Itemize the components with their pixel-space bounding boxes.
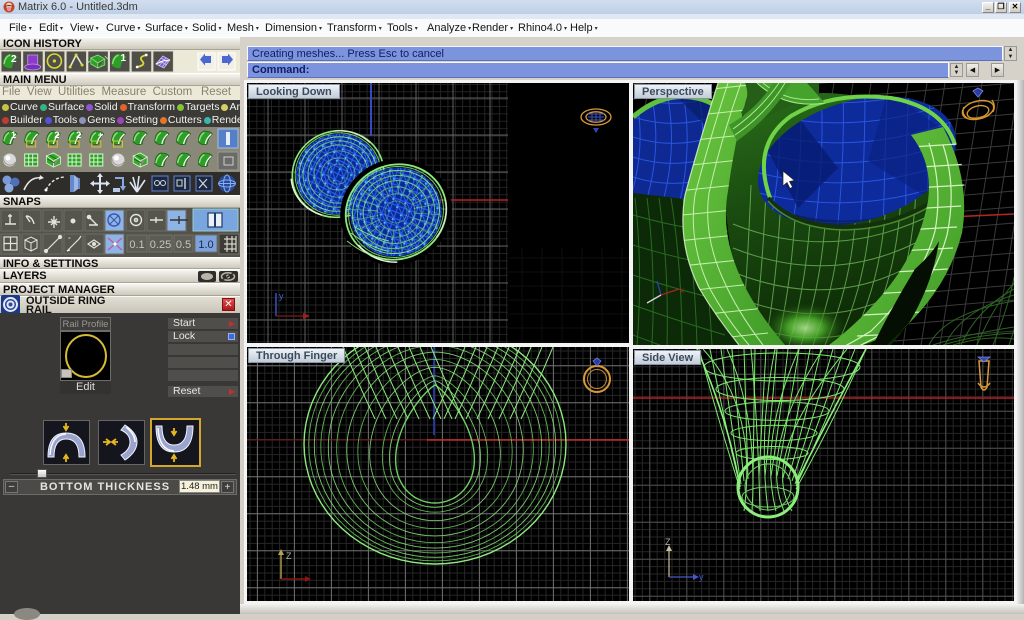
svg-text:x: x: [680, 286, 684, 295]
svg-text:Z: Z: [665, 537, 671, 547]
svg-text:2: 2: [76, 130, 81, 140]
svg-text:2: 2: [54, 130, 59, 140]
svg-text:1: 1: [121, 53, 127, 64]
svg-text:y: y: [279, 291, 284, 301]
svg-text:1.0: 1.0: [198, 239, 213, 251]
svg-text:0.25: 0.25: [150, 239, 171, 251]
svg-text:0.1: 0.1: [129, 239, 144, 251]
svg-text:y: y: [699, 572, 704, 582]
svg-text:2: 2: [11, 54, 17, 65]
svg-text:1: 1: [11, 130, 16, 140]
svg-text:0.5: 0.5: [176, 239, 191, 251]
svg-text:+: +: [98, 130, 103, 140]
svg-text:Z: Z: [286, 551, 292, 561]
svg-text:°: °: [68, 236, 71, 244]
